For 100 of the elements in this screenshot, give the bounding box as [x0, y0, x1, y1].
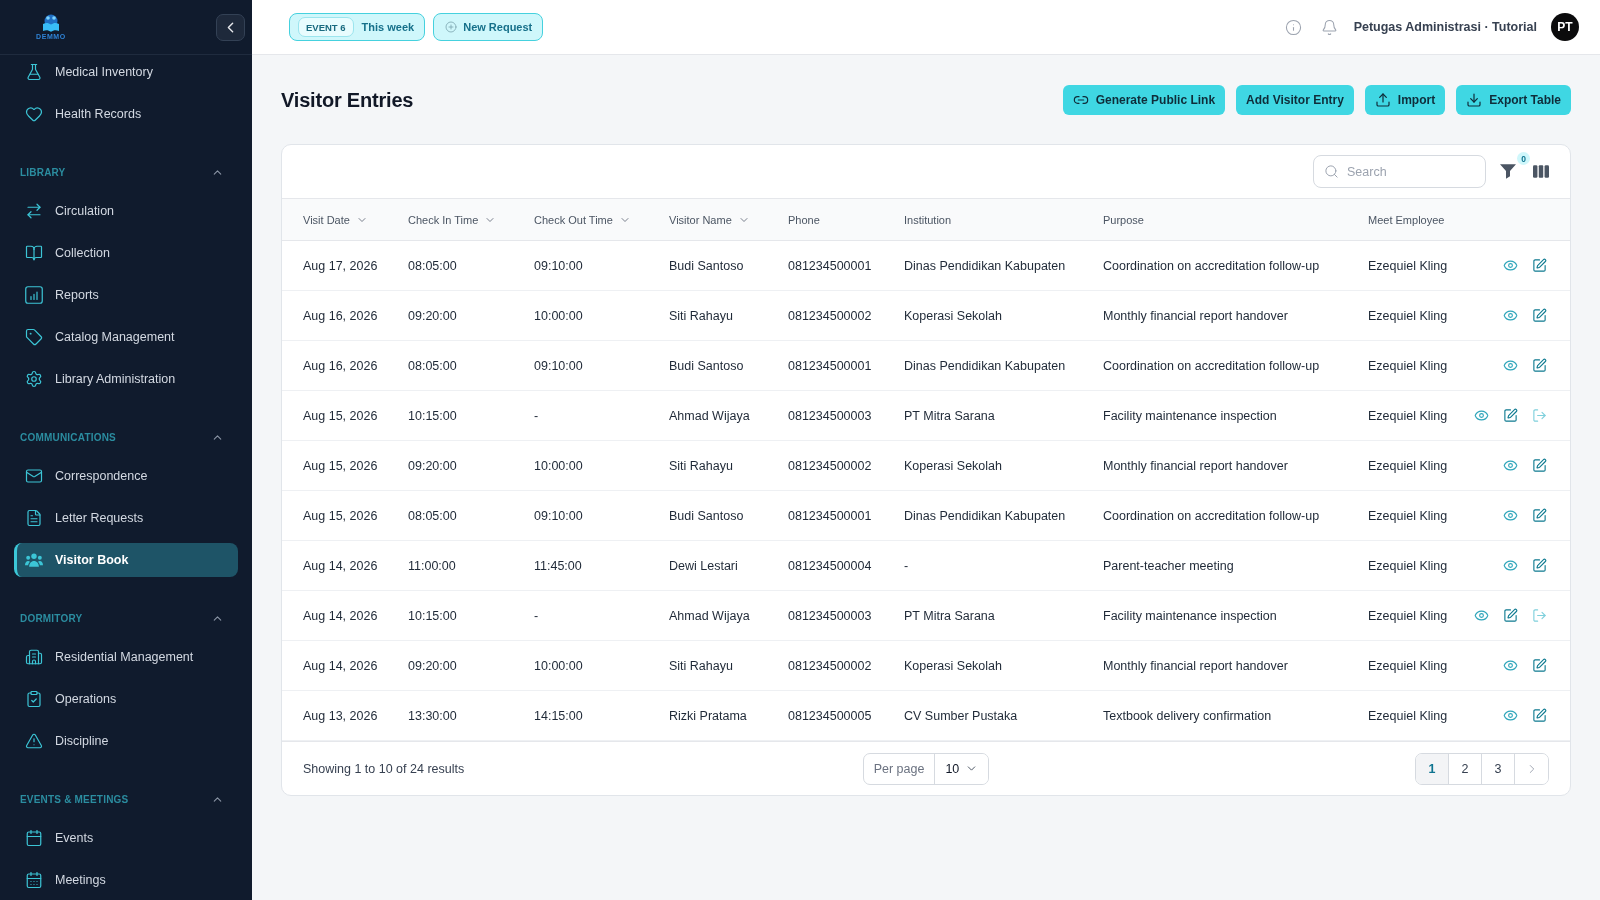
table-cell-text: Aug 14, 2026	[302, 558, 379, 573]
column-header[interactable]: Visitor Name	[669, 213, 750, 226]
eye-icon	[1474, 608, 1489, 623]
nav-item[interactable]: Residential Management	[14, 640, 238, 674]
table-cell-text: PT Mitra Sarana	[903, 608, 996, 623]
table-cell-text: Aug 13, 2026	[302, 708, 379, 723]
clipboard-icon	[25, 690, 43, 708]
new-request-button[interactable]: New Request	[433, 13, 544, 41]
table-cell-text: Siti Rahayu	[668, 658, 734, 673]
edit-icon	[1532, 658, 1547, 673]
view-button[interactable]	[1474, 608, 1489, 623]
table-cell-text: Monthly financial report handover	[1102, 308, 1289, 323]
eye-icon	[1503, 458, 1518, 473]
column-header[interactable]: Check In Time	[408, 213, 497, 226]
nav-item[interactable]: Discipline	[14, 724, 238, 758]
edit-icon	[1503, 408, 1518, 423]
edit-button[interactable]	[1532, 508, 1547, 523]
section-header[interactable]: EVENTS & MEETINGS	[14, 789, 238, 809]
nav-item[interactable]: Circulation	[14, 194, 238, 228]
eye-icon	[1503, 358, 1518, 373]
section-header[interactable]: COMMUNICATIONS	[14, 427, 238, 447]
nav-item[interactable]: Health Records	[14, 97, 238, 131]
nav-item[interactable]: Reports	[14, 278, 238, 312]
table-cell-text: Textbook delivery confirmation	[1102, 708, 1273, 723]
edit-button[interactable]	[1532, 558, 1547, 573]
table-cell-text: 08:05:00	[407, 508, 458, 523]
edit-button[interactable]	[1532, 458, 1547, 473]
view-button[interactable]	[1503, 258, 1518, 273]
nav-item[interactable]: Events	[14, 821, 238, 855]
table-cell-text: Budi Santoso	[668, 508, 745, 523]
table-cell-text: Ezequiel Kling	[1367, 658, 1449, 673]
edit-button[interactable]	[1532, 658, 1547, 673]
event-chip[interactable]: EVENT 6 This week	[289, 13, 426, 41]
view-button[interactable]	[1503, 708, 1518, 723]
edit-button[interactable]	[1532, 258, 1547, 273]
edit-icon	[1532, 358, 1547, 373]
action-button[interactable]: Import	[1364, 85, 1446, 115]
view-button[interactable]	[1503, 458, 1518, 473]
nav-item[interactable]: Operations	[14, 682, 238, 716]
edit-icon	[1532, 308, 1547, 323]
edit-button[interactable]	[1532, 708, 1547, 723]
user-avatar[interactable]: PT	[1551, 13, 1579, 41]
column-header: Purpose	[1103, 213, 1144, 226]
table-cell-text: Aug 16, 2026	[302, 308, 379, 323]
view-button[interactable]	[1503, 308, 1518, 323]
collapse-button[interactable]	[216, 13, 245, 41]
edit-button[interactable]	[1532, 308, 1547, 323]
table-cell-text: 081234500001	[787, 258, 873, 273]
filter-count-badge: 0	[1517, 152, 1530, 165]
log-out-icon	[1532, 608, 1547, 623]
nav-item[interactable]: Library Administration	[14, 362, 238, 396]
section-header[interactable]: DORMITORY	[14, 608, 238, 628]
info-button[interactable]	[1284, 18, 1302, 36]
section-header[interactable]: LIBRARY	[14, 162, 238, 182]
table-cell-text: Parent-teacher meeting	[1102, 558, 1235, 573]
edit-button[interactable]	[1503, 608, 1518, 623]
view-button[interactable]	[1503, 658, 1518, 673]
view-button[interactable]	[1503, 508, 1518, 523]
eye-icon	[1503, 258, 1518, 273]
columns-button[interactable]	[1533, 165, 1549, 178]
nav-item[interactable]: Meetings	[14, 863, 238, 897]
table-cell-text: Koperasi Sekolah	[903, 308, 1003, 323]
edit-button[interactable]	[1532, 358, 1547, 373]
action-button[interactable]: Add Visitor Entry	[1236, 85, 1354, 115]
bar-chart-icon	[25, 286, 43, 304]
edit-icon	[1532, 508, 1547, 523]
nav-item[interactable]: Correspondence	[14, 459, 238, 493]
column-header[interactable]: Check Out Time	[534, 213, 631, 226]
notifications-button[interactable]	[1320, 18, 1338, 36]
view-button[interactable]	[1503, 558, 1518, 573]
page-title: Visitor Entries	[281, 88, 414, 112]
table-cell-text: 09:20:00	[407, 308, 458, 323]
view-button[interactable]	[1503, 358, 1518, 373]
download-icon	[1466, 92, 1483, 108]
table-cell-text: Facility maintenance inspection	[1102, 408, 1278, 423]
page-button[interactable]: 1	[1416, 753, 1449, 784]
nav-item[interactable]: Medical Inventory	[14, 55, 238, 89]
table-cell-text: Aug 14, 2026	[302, 658, 379, 673]
table-cell-text: 10:00:00	[533, 658, 584, 673]
view-button[interactable]	[1474, 408, 1489, 423]
action-button[interactable]: Export Table	[1456, 85, 1571, 115]
nav-item[interactable]: Visitor Book	[14, 543, 238, 577]
check-out-button[interactable]	[1532, 408, 1547, 423]
nav-item[interactable]: Catalog Management	[14, 320, 238, 354]
table-cell-text: 10:00:00	[533, 458, 584, 473]
nav-item[interactable]: Letter Requests	[14, 501, 238, 535]
check-out-button[interactable]	[1532, 608, 1547, 623]
table-cell-text: Aug 15, 2026	[302, 458, 379, 473]
column-header[interactable]: Visit Date	[303, 213, 368, 226]
table-cell-text: Ahmad Wijaya	[668, 408, 751, 423]
table-cell-text: 09:10:00	[533, 508, 584, 523]
table-cell-text: 09:20:00	[407, 458, 458, 473]
action-button[interactable]: Generate Public Link	[1062, 85, 1226, 115]
nav-item[interactable]: Collection	[14, 236, 238, 270]
edit-icon	[1532, 558, 1547, 573]
search-field[interactable]: Search	[1313, 155, 1486, 188]
edit-button[interactable]	[1503, 408, 1518, 423]
table-cell-text: 081234500003	[787, 408, 873, 423]
column-header: Meet Employee	[1368, 213, 1445, 226]
filter-button[interactable]	[1500, 164, 1516, 179]
